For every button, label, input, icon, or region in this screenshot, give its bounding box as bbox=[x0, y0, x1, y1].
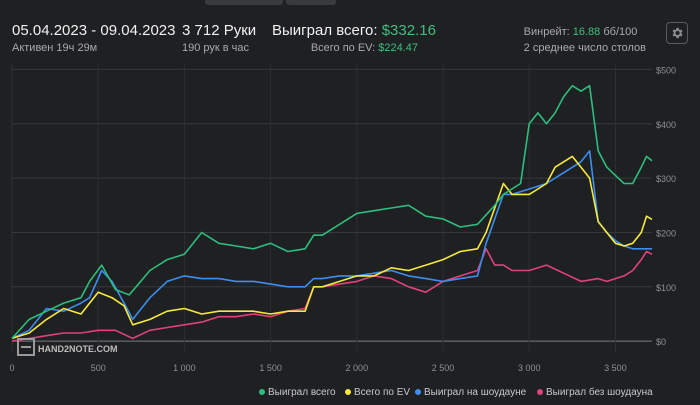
won-total-label: Выиграл всего: bbox=[272, 22, 378, 39]
x-tick-label: 500 bbox=[91, 363, 106, 373]
top-tab-stub bbox=[286, 0, 336, 5]
won-total: Выиграл всего: $332.16 bbox=[272, 22, 436, 39]
legend-item: Выиграл на шоудауне bbox=[415, 387, 527, 398]
winrate: Винрейт: 16.88 бб/100 bbox=[524, 24, 646, 40]
legend-marker bbox=[537, 389, 543, 395]
winrate-block: Винрейт: 16.88 бб/100 2 среднее число ст… bbox=[524, 24, 646, 56]
y-tick-label: $0 bbox=[656, 337, 666, 347]
y-tick-label: $200 bbox=[656, 228, 676, 238]
profit-chart: $0 $100 $200 $300 $400 $500 0 500 1 000 1 500 2 00… bbox=[0, 58, 700, 400]
hands-per-hour: 190 рук в час bbox=[182, 42, 250, 54]
ev-total-value: $224.47 bbox=[378, 42, 418, 54]
y-tick-label: $400 bbox=[656, 120, 676, 130]
x-tick-label: 0 bbox=[9, 363, 14, 373]
chart-svg: $0 $100 $200 $300 $400 $500 0 500 1 000 1 500 2 00… bbox=[9, 64, 676, 398]
x-tick-label: 1 000 bbox=[173, 363, 196, 373]
settings-button[interactable] bbox=[666, 22, 688, 44]
watermark-text: HAND2NOTE.COM bbox=[38, 344, 118, 354]
legend-marker bbox=[345, 389, 351, 395]
series-line-1 bbox=[11, 155, 653, 340]
won-block: Выиграл всего: $332.16 Всего по EV: $224… bbox=[272, 22, 436, 54]
date-block: 05.04.2023 - 09.04.2023 Активен 19ч 29м bbox=[12, 22, 175, 54]
legend-label: Выиграл на шоудауне bbox=[424, 387, 527, 398]
winrate-value: 16.88 bbox=[572, 26, 601, 38]
legend-item: Выиграл всего bbox=[259, 387, 336, 398]
stats-header: 05.04.2023 - 09.04.2023 Активен 19ч 29м … bbox=[12, 22, 688, 58]
y-tick-label: $500 bbox=[656, 65, 676, 75]
ev-total-label: Всего по EV: bbox=[310, 42, 376, 54]
hands-count: 3 712 Руки bbox=[182, 22, 257, 39]
date-range: 05.04.2023 - 09.04.2023 bbox=[12, 22, 176, 39]
y-tick-label: $300 bbox=[656, 174, 676, 184]
x-tick-label: 1 500 bbox=[259, 363, 282, 373]
won-total-value: $332.16 bbox=[381, 22, 436, 39]
legend-item: Всего по EV bbox=[345, 387, 410, 398]
legend-label: Выиграл всего bbox=[268, 387, 336, 398]
series-line-3 bbox=[11, 248, 653, 342]
active-time: Активен 19ч 29м bbox=[12, 42, 98, 54]
winrate-label: Винрейт: bbox=[523, 26, 570, 38]
x-tick-label: 3 500 bbox=[604, 363, 627, 373]
series-line-2 bbox=[11, 150, 652, 340]
ev-total: Всего по EV: $224.47 bbox=[272, 42, 418, 54]
gear-icon bbox=[672, 27, 683, 39]
y-tick-label: $100 bbox=[656, 283, 676, 293]
winrate-unit: бб/100 bbox=[603, 26, 638, 38]
x-tick-label: 3 000 bbox=[518, 363, 541, 373]
hands-block: 3 712 Руки 190 рук в час bbox=[182, 22, 256, 54]
legend-marker bbox=[415, 389, 421, 395]
legend-label: Выиграл без шоудауна bbox=[546, 386, 653, 398]
legend-item: Выиграл без шоудауна bbox=[537, 386, 653, 398]
avg-tables: 2 среднее число столов bbox=[523, 42, 646, 54]
top-tab-stub bbox=[205, 0, 283, 5]
legend-marker bbox=[259, 389, 265, 395]
x-tick-label: 2 500 bbox=[432, 363, 455, 373]
x-tick-label: 2 000 bbox=[346, 363, 369, 373]
legend-label: Всего по EV bbox=[354, 387, 410, 398]
